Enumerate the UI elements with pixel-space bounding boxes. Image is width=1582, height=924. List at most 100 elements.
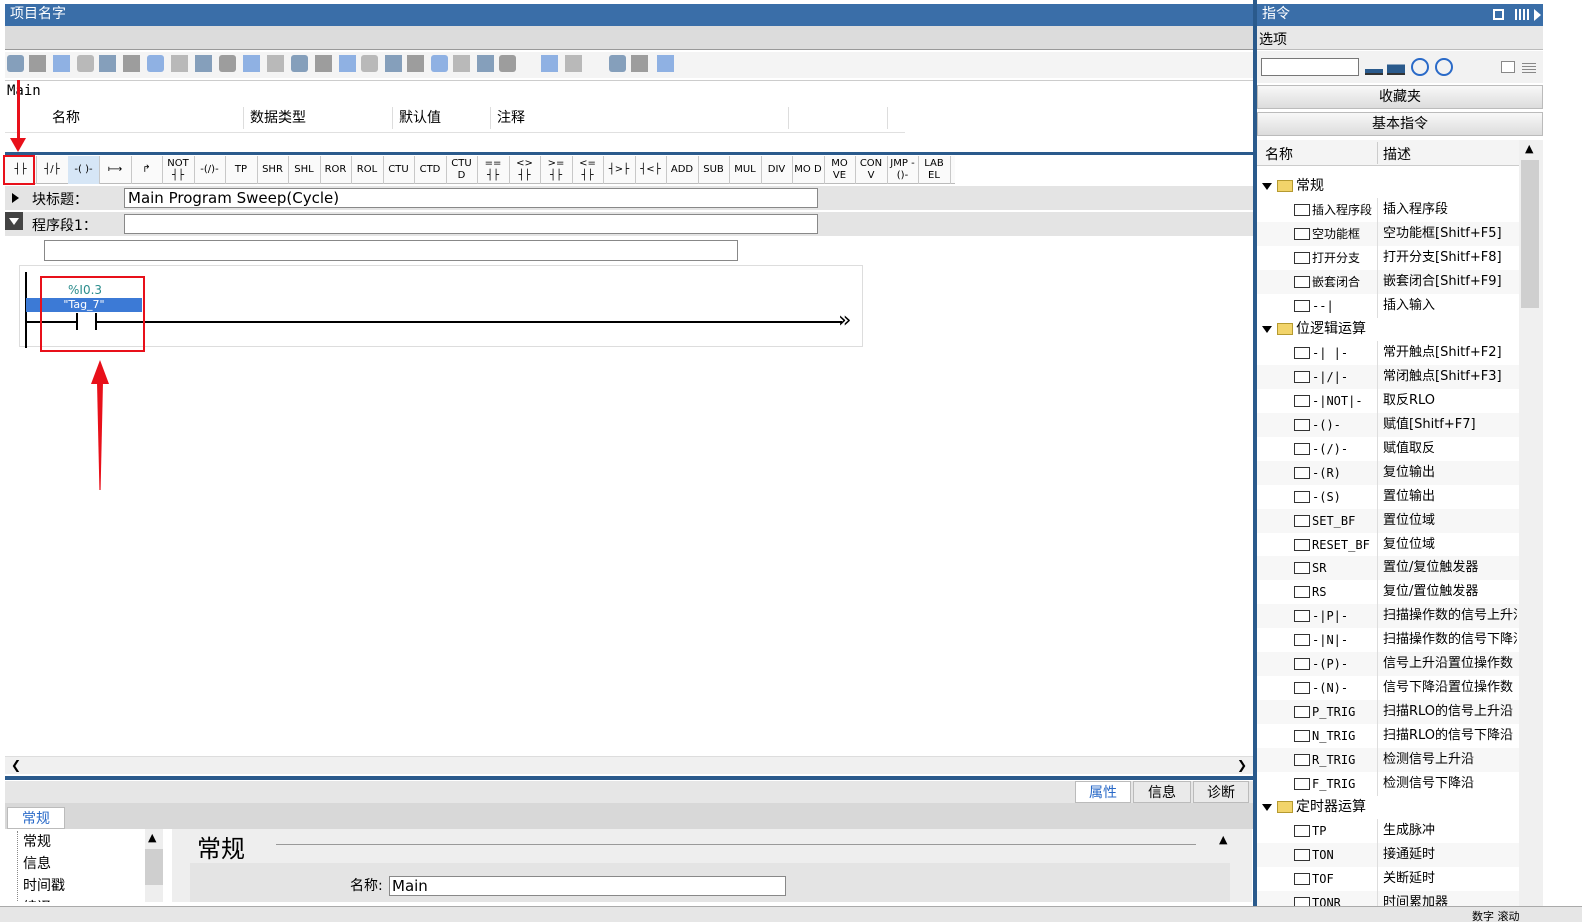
- name-field[interactable]: Main: [389, 876, 786, 896]
- ladder-btn-14[interactable]: CTU D: [446, 156, 478, 184]
- sort-desc-icon[interactable]: [1387, 59, 1405, 75]
- tree-folder[interactable]: 常规: [1257, 174, 1519, 198]
- collapse-icon[interactable]: [291, 55, 308, 72]
- tree-item[interactable]: SR 置位/复位触发器: [1257, 556, 1519, 581]
- ladder-btn-25[interactable]: MO D: [793, 156, 825, 184]
- collapse-panel-icon[interactable]: [1534, 9, 1541, 21]
- tree-item[interactable]: -|NOT|- 取反RLO: [1257, 389, 1519, 414]
- tree-item[interactable]: -|P|- 扫描操作数的信号上升沿: [1257, 604, 1519, 629]
- ladder-btn-3[interactable]: ⟼: [100, 156, 132, 184]
- ladder-btn-13[interactable]: CTD: [415, 156, 447, 184]
- tree-expand-icon[interactable]: [1262, 326, 1272, 334]
- tree-item[interactable]: 打开分支 打开分支[Shitf+F8]: [1257, 245, 1519, 270]
- ladder-btn-9[interactable]: SHL: [289, 156, 321, 184]
- view-icon[interactable]: [1501, 61, 1515, 73]
- jump-icon[interactable]: [407, 55, 424, 72]
- tree-scroll-thumb[interactable]: [1521, 160, 1539, 308]
- content-scroll-up-icon[interactable]: ▲: [1219, 833, 1227, 846]
- ladder-btn-22[interactable]: SUB: [698, 156, 730, 184]
- ladder-btn-21[interactable]: ADD: [667, 156, 699, 184]
- tab-diagnostics[interactable]: 诊断: [1193, 781, 1249, 803]
- ladder-btn-5[interactable]: NOT ┤├: [163, 156, 195, 184]
- check-icon[interactable]: [477, 55, 494, 72]
- ladder-btn-19[interactable]: ┤>├: [604, 156, 636, 184]
- tree-expand-icon[interactable]: [1262, 183, 1272, 190]
- tab-properties[interactable]: 属性: [1075, 781, 1131, 803]
- watch-icon[interactable]: [609, 55, 626, 72]
- ladder-btn-7[interactable]: TP: [226, 156, 258, 184]
- network-comment-field[interactable]: [44, 240, 738, 261]
- restore-icon[interactable]: [1493, 9, 1504, 20]
- tree-item[interactable]: -(/)- 赋值取反: [1257, 436, 1519, 461]
- nav-info[interactable]: 信息: [23, 853, 51, 873]
- tree-item[interactable]: -(S) 置位输出: [1257, 484, 1519, 509]
- nav-compile[interactable]: 编译: [23, 897, 51, 902]
- download-icon[interactable]: [243, 55, 260, 72]
- collapse-network-icon[interactable]: [5, 212, 23, 230]
- monitor-icon[interactable]: [219, 55, 236, 72]
- database-icon[interactable]: [657, 55, 674, 72]
- tree-item[interactable]: -()- 赋值[Shitf+F7]: [1257, 413, 1519, 437]
- interface-splitter[interactable]: [5, 152, 1253, 155]
- ladder-btn-27[interactable]: CON V: [856, 156, 888, 184]
- ladder-btn-17[interactable]: >= ┤├: [541, 156, 573, 184]
- insert-row-icon[interactable]: [53, 55, 70, 72]
- ladder-btn-18[interactable]: <= ┤├: [572, 156, 604, 184]
- next-icon[interactable]: [453, 55, 470, 72]
- add-row-icon[interactable]: [77, 55, 94, 72]
- tree-item[interactable]: TP 生成脉冲: [1257, 819, 1519, 844]
- symbolic-icon[interactable]: [171, 55, 188, 72]
- tree-vscrollbar[interactable]: ▲: [1519, 140, 1543, 906]
- expand-arrow-icon[interactable]: [12, 193, 19, 203]
- nav-general[interactable]: 常规: [23, 831, 51, 851]
- ladder-btn-4[interactable]: ↱: [131, 156, 163, 184]
- call-icon[interactable]: [499, 55, 516, 72]
- tree-expand-icon[interactable]: [1262, 804, 1272, 812]
- goto-icon[interactable]: [431, 55, 448, 72]
- ladder-btn-15[interactable]: == ┤├: [478, 156, 510, 184]
- tree-item[interactable]: -|/|- 常闭触点[Shitf+F3]: [1257, 365, 1519, 390]
- ladder-btn-11[interactable]: ROL: [352, 156, 384, 184]
- tree-item[interactable]: -(P)- 信号上升沿置位操作数: [1257, 652, 1519, 676]
- ladder-btn-6[interactable]: -(/)-: [194, 156, 226, 184]
- ladder-btn-24[interactable]: DIV: [761, 156, 793, 184]
- tree-item[interactable]: RS 复位/置位触发器: [1257, 580, 1519, 605]
- refresh-icon[interactable]: [1411, 58, 1429, 76]
- nav-timestamp[interactable]: 时间戳: [23, 875, 65, 895]
- tree-item[interactable]: -|N|- 扫描操作数的信号下降沿: [1257, 628, 1519, 653]
- ladder-btn-26[interactable]: MO VE: [824, 156, 856, 184]
- nav-vscrollbar[interactable]: ▲: [145, 829, 163, 902]
- tree-item[interactable]: -(R) 复位输出: [1257, 460, 1519, 485]
- instructions-search-input[interactable]: [1261, 58, 1359, 76]
- tree-folder[interactable]: 位逻辑运算: [1257, 317, 1519, 341]
- tab-info[interactable]: 信息: [1133, 781, 1191, 803]
- close-all-icon[interactable]: [123, 55, 140, 72]
- layout-icon[interactable]: [1515, 9, 1529, 20]
- tree-item[interactable]: --| 插入输入: [1257, 293, 1519, 318]
- table-icon[interactable]: [631, 55, 648, 72]
- scroll-right-icon[interactable]: ❯: [1237, 758, 1247, 772]
- comment-icon[interactable]: [195, 55, 212, 72]
- pointer-icon[interactable]: [565, 55, 582, 72]
- upload-icon[interactable]: [267, 55, 284, 72]
- editor-hscrollbar[interactable]: ❮ ❯: [5, 756, 1253, 774]
- absolute-icon[interactable]: [147, 55, 164, 72]
- block-title-field[interactable]: Main Program Sweep(Cycle): [124, 188, 818, 208]
- favorites-header[interactable]: 收藏夹: [1257, 85, 1543, 109]
- favorites-icon[interactable]: [361, 55, 378, 72]
- tree-item[interactable]: -(N)- 信号下降沿置位操作数: [1257, 675, 1519, 700]
- scroll-left-icon[interactable]: ❮: [11, 758, 21, 772]
- tree-item[interactable]: TONR 时间累加器: [1257, 891, 1519, 906]
- ladder-btn-12[interactable]: CTU: [383, 156, 415, 184]
- tree-item[interactable]: R_TRIG 检测信号上升沿: [1257, 747, 1519, 772]
- tree-item[interactable]: F_TRIG 检测信号下降沿: [1257, 771, 1519, 796]
- tree-item[interactable]: -| |- 常开触点[Shitf+F2]: [1257, 341, 1519, 366]
- tree-item[interactable]: TOF 关断延时: [1257, 867, 1519, 892]
- ladder-btn-29[interactable]: LAB EL: [919, 156, 951, 184]
- ladder-btn-8[interactable]: SHR: [257, 156, 289, 184]
- tree-item[interactable]: SET_BF 置位位域: [1257, 508, 1519, 533]
- tree-folder[interactable]: 定时器运算: [1257, 795, 1519, 819]
- basic-instructions-header[interactable]: 基本指令: [1257, 112, 1543, 136]
- expand-icon[interactable]: [315, 55, 332, 72]
- ladder-btn-10[interactable]: ROR: [320, 156, 352, 184]
